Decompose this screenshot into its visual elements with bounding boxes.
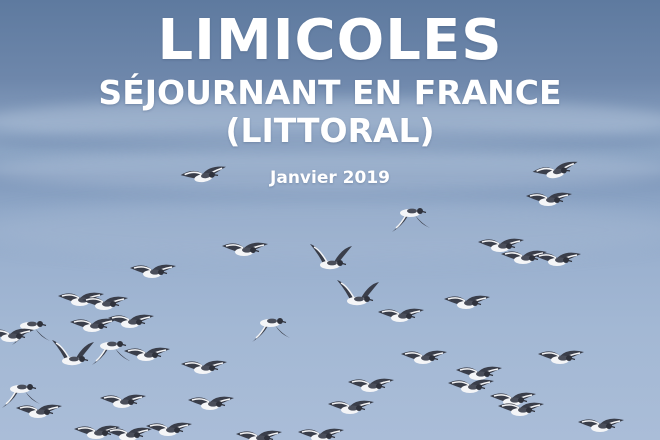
cover-subtitle-line1: SÉJOURNANT EN FRANCE bbox=[98, 73, 562, 112]
cover-subtitle-line2: (LITTORAL) bbox=[225, 111, 435, 150]
cover-title-block: LIMICOLES SÉJOURNANT EN FRANCE (LITTORAL… bbox=[0, 8, 660, 188]
cover-title: LIMICOLES bbox=[157, 8, 503, 73]
cover-date: Janvier 2019 bbox=[270, 168, 390, 188]
cover-page: LIMICOLES SÉJOURNANT EN FRANCE (LITTORAL… bbox=[0, 0, 660, 440]
